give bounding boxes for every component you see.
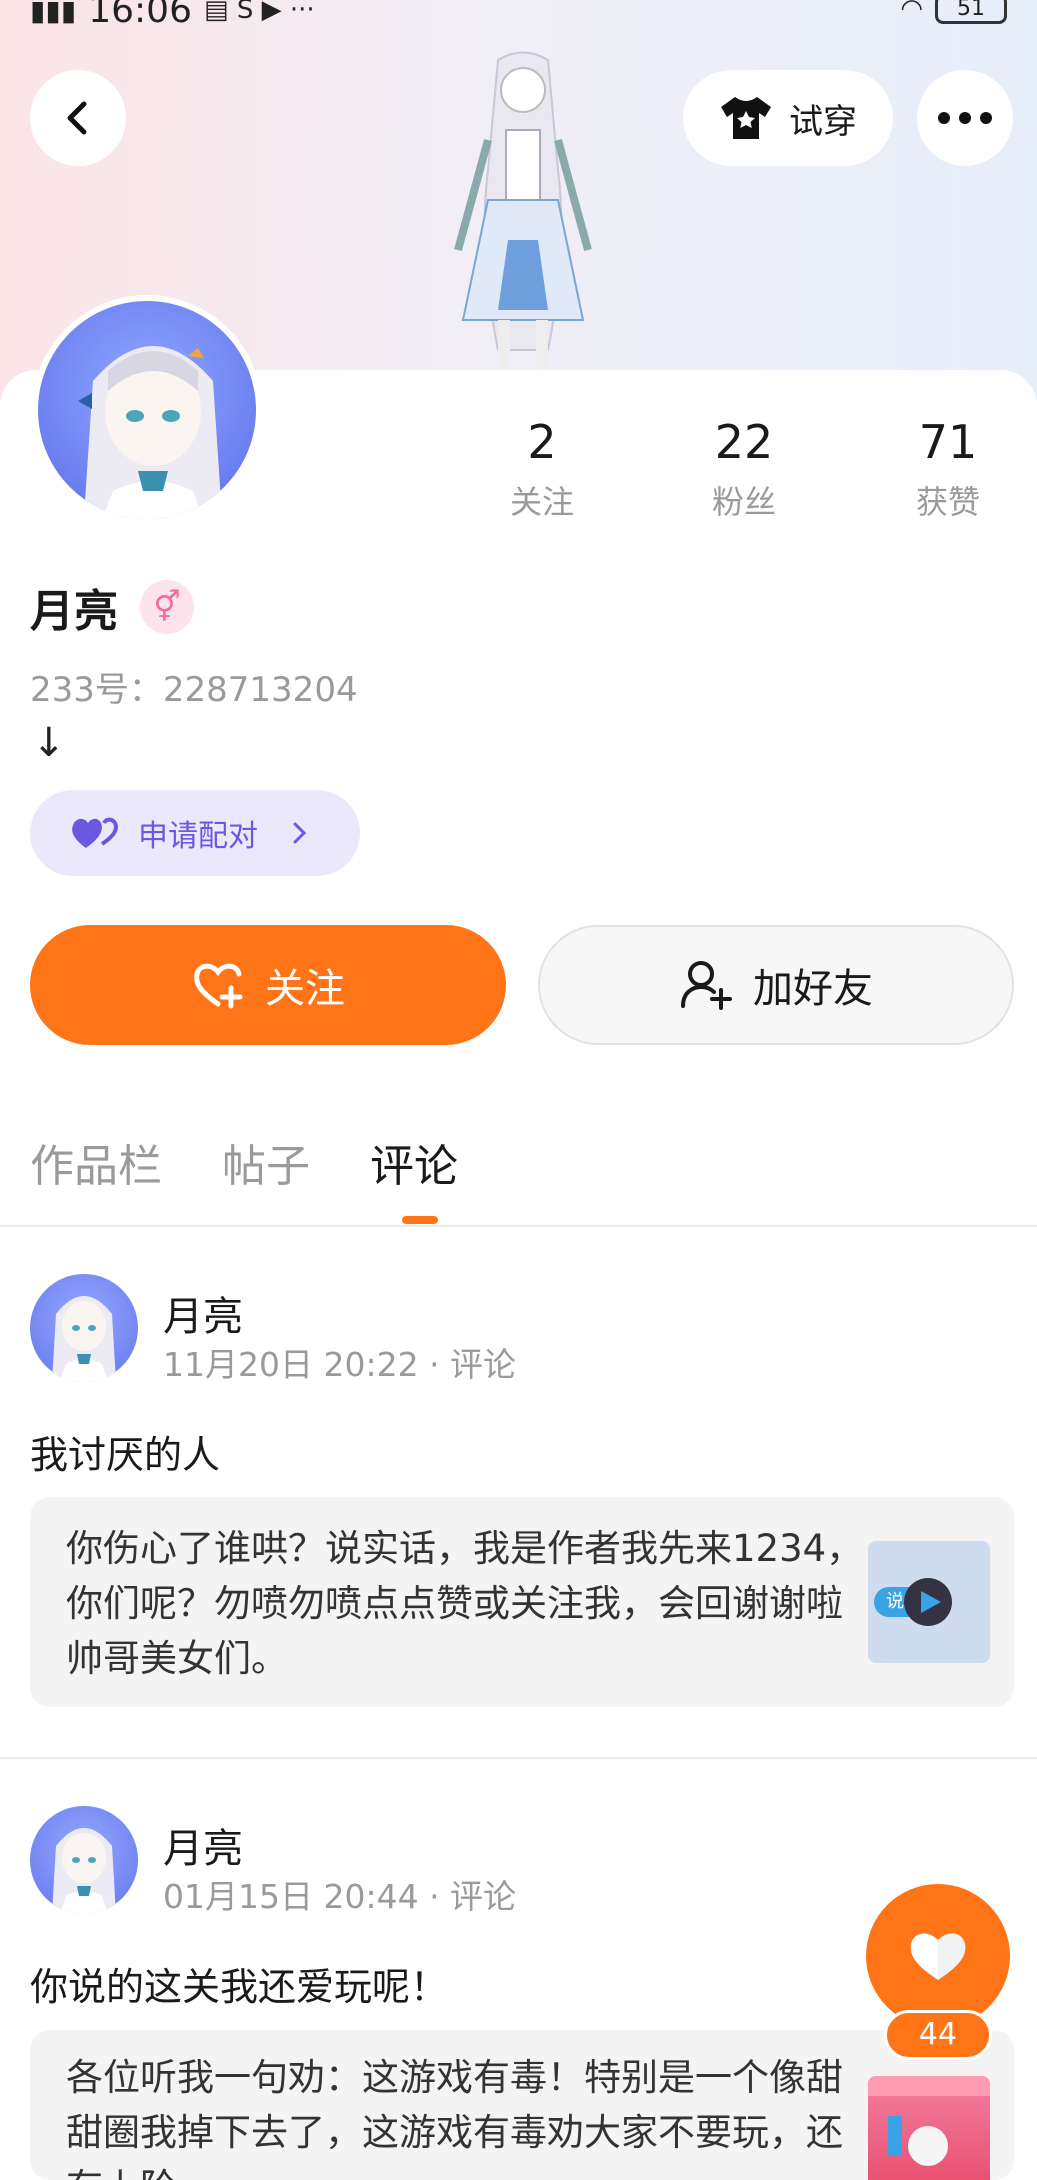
more-button[interactable] bbox=[917, 70, 1013, 166]
stat-fans-label: 粉丝 bbox=[711, 483, 776, 521]
quoted-post-thumbnail: 说实 bbox=[868, 1541, 990, 1663]
profile-card bbox=[0, 370, 1037, 2180]
add-friend-button[interactable]: 加好友 bbox=[538, 925, 1014, 1045]
avatar-image bbox=[52, 1828, 116, 1914]
heart-icon bbox=[910, 1933, 966, 1980]
quoted-post-text: 各位听我一句劝：这游戏有毒！特别是一个像甜甜圈我掉下去了，这游戏有毒劝大家不要玩… bbox=[66, 2056, 843, 2180]
notification-icons: ▤ S ▶ ··· bbox=[203, 0, 315, 25]
quoted-post[interactable]: 各位听我一句劝：这游戏有毒！特别是一个像甜甜圈我掉下去了，这游戏有毒劝大家不要玩… bbox=[30, 2030, 1014, 2180]
post-text[interactable]: 你说的这关我还爱玩呢！ bbox=[30, 1956, 448, 2011]
more-dots-icon bbox=[938, 112, 992, 124]
heart-plus-icon bbox=[194, 963, 243, 1009]
chevron-left-icon bbox=[67, 101, 87, 135]
tab-works[interactable]: 作品栏 bbox=[30, 1130, 162, 1194]
like-count-badge: 44 bbox=[884, 2010, 992, 2060]
post-avatar[interactable] bbox=[30, 1806, 138, 1914]
profile-uid: 233号：228713204 bbox=[30, 670, 358, 710]
profile-name-row: 月亮 ⚥ bbox=[30, 575, 194, 639]
stat-following-count: 2 bbox=[527, 415, 557, 469]
post-meta: 11月20日 20:22 · 评论 bbox=[163, 1345, 517, 1384]
chevron-right-icon bbox=[293, 822, 307, 844]
quoted-post-thumbnail bbox=[868, 2076, 990, 2180]
gender-icon: ⚥ bbox=[140, 580, 194, 634]
follow-label: 关注 bbox=[265, 966, 345, 1012]
stat-fans[interactable]: 22 粉丝 bbox=[674, 415, 814, 523]
request-pair-label: 申请配对 bbox=[138, 819, 258, 854]
add-friend-label: 加好友 bbox=[753, 966, 873, 1012]
stat-likes-label: 获赞 bbox=[915, 483, 980, 521]
signal-icon: ▮▮▮ bbox=[30, 0, 77, 27]
hearts-icon bbox=[72, 817, 118, 848]
status-right: ◠ 51 bbox=[900, 0, 1007, 24]
stat-following[interactable]: 2 关注 bbox=[472, 415, 612, 523]
try-on-label: 试穿 bbox=[789, 101, 857, 142]
battery-indicator: 51 bbox=[935, 0, 1007, 24]
tab-active-indicator bbox=[402, 1216, 438, 1224]
post-meta: 01月15日 20:44 · 评论 bbox=[163, 1877, 517, 1916]
quoted-post-text: 你伤心了谁哄？说实话，我是作者我先来1234，你们呢？勿喷勿喷点点赞或关注我，会… bbox=[66, 1527, 864, 1680]
profile-name: 月亮 bbox=[30, 586, 118, 637]
tshirt-icon bbox=[721, 97, 771, 139]
wifi-icon: ◠ bbox=[900, 0, 923, 24]
request-pair-button[interactable]: 申请配对 bbox=[30, 790, 360, 876]
like-floating-button[interactable] bbox=[866, 1884, 1010, 2028]
post-author[interactable]: 月亮 bbox=[163, 1816, 243, 1874]
quoted-post[interactable]: 你伤心了谁哄？说实话，我是作者我先来1234，你们呢？勿喷勿喷点点赞或关注我，会… bbox=[30, 1497, 1014, 1707]
status-bar: ▮▮▮ 16:06 ▤ S ▶ ··· bbox=[30, 0, 315, 31]
tabs-divider bbox=[0, 1225, 1037, 1227]
status-time: 16:06 bbox=[88, 0, 192, 31]
tab-posts[interactable]: 帖子 bbox=[222, 1130, 310, 1194]
avatar-image bbox=[52, 1296, 116, 1382]
post-text[interactable]: 我讨厌的人 bbox=[30, 1424, 220, 1479]
post-avatar[interactable] bbox=[30, 1274, 138, 1382]
post-author[interactable]: 月亮 bbox=[163, 1284, 243, 1342]
tab-comments[interactable]: 评论 bbox=[370, 1130, 458, 1194]
back-button[interactable] bbox=[30, 70, 126, 166]
stat-likes-count: 71 bbox=[918, 415, 978, 469]
profile-bio: ↓ bbox=[32, 720, 66, 766]
game-scene-icon bbox=[868, 2076, 990, 2166]
profile-tabs: 作品栏 帖子 评论 bbox=[30, 1130, 458, 1194]
profile-avatar[interactable] bbox=[32, 295, 262, 525]
post-divider bbox=[0, 1757, 1037, 1759]
try-on-button[interactable]: 试穿 bbox=[683, 70, 893, 166]
stat-likes[interactable]: 71 获赞 bbox=[878, 415, 1018, 523]
character-model-image bbox=[454, 51, 592, 370]
stat-following-label: 关注 bbox=[509, 483, 574, 521]
play-icon bbox=[904, 1578, 952, 1626]
follow-button[interactable]: 关注 bbox=[30, 925, 506, 1045]
add-user-icon bbox=[681, 961, 732, 1010]
stat-fans-count: 22 bbox=[714, 415, 774, 469]
